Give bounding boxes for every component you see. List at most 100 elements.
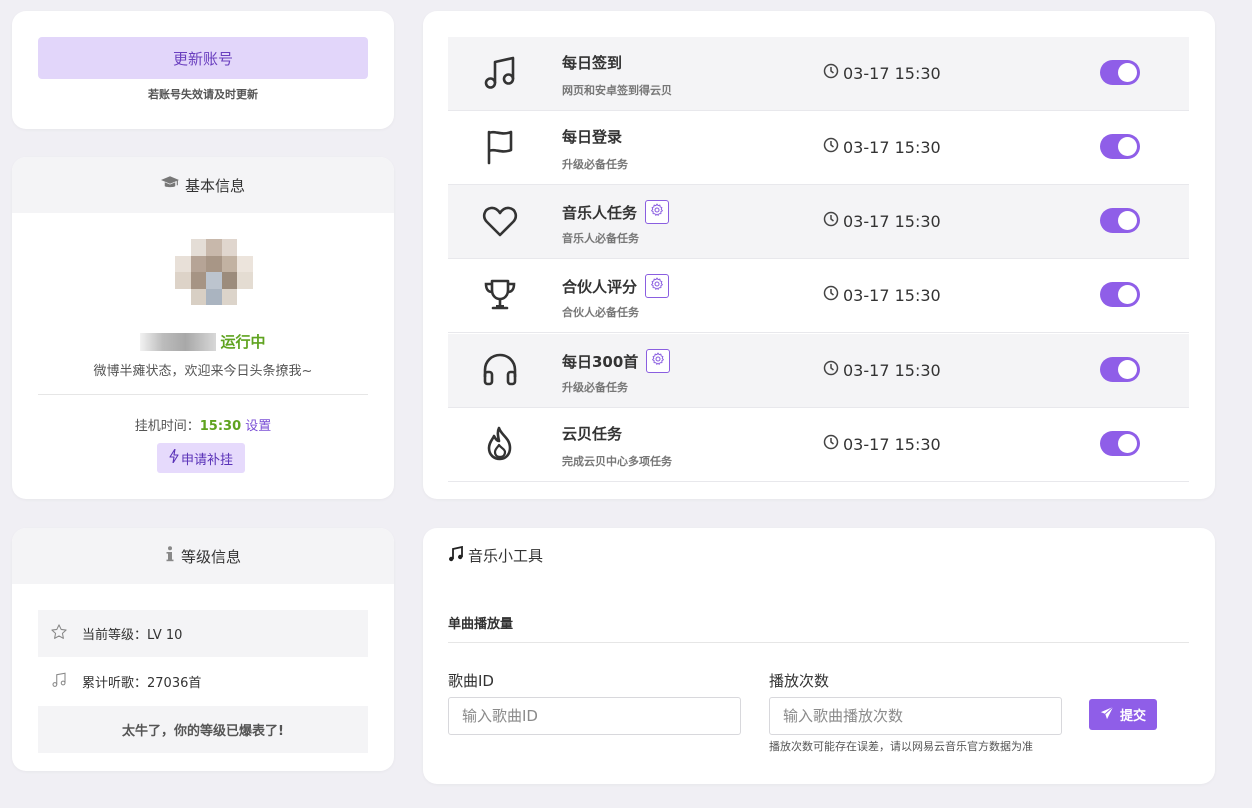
task-settings-button[interactable]: [645, 200, 670, 224]
play-count-section-title: 单曲播放量: [448, 617, 514, 632]
fire-icon: [480, 424, 520, 464]
task-toggle[interactable]: [1100, 431, 1140, 456]
toggle-knob: [1118, 434, 1137, 453]
level-info-title: 等级信息: [180, 547, 241, 566]
music-tools-card: 音乐小工具 单曲播放量 歌曲ID 播放次数 播放次数可能存在误差，请以网易云音乐…: [423, 528, 1215, 784]
task-desc: 完成云贝中心多项任务: [562, 455, 672, 468]
basic-info-card: 基本信息 运行中 微博半瘫状态，欢迎来今日头条撩我~ 挂机时间：15:30 设置…: [12, 157, 394, 499]
play-count-note: 播放次数可能存在误差，请以网易云音乐官方数据为准: [769, 740, 1033, 753]
listened-row: 累计听歌：27036首: [38, 658, 368, 705]
task-row: 每日登录 升级必备任务 03-17 15:30: [448, 111, 1189, 185]
task-title: 音乐人任务: [562, 200, 670, 224]
task-desc: 网页和安卓签到得云贝: [562, 84, 672, 97]
task-desc: 升级必备任务: [562, 158, 628, 171]
task-title: 每日登录: [562, 126, 622, 147]
user-name-row: 运行中: [12, 331, 394, 352]
star-icon: [50, 623, 68, 645]
music-note-icon: [448, 545, 464, 566]
task-title-text: 每日300首: [562, 352, 639, 371]
hang-time-label: 挂机时间：: [134, 419, 200, 434]
task-toggle[interactable]: [1100, 134, 1140, 159]
submit-button[interactable]: 提交: [1089, 699, 1157, 730]
toggle-knob: [1118, 211, 1137, 230]
avatar: [175, 239, 253, 305]
toggle-knob: [1118, 360, 1137, 379]
update-account-button[interactable]: 更新账号: [38, 37, 368, 79]
task-row: 音乐人任务 音乐人必备任务 03-17 15:30: [448, 185, 1189, 259]
task-time-text: 03-17 15:30: [843, 434, 941, 454]
task-desc: 音乐人必备任务: [562, 232, 639, 245]
clock-icon: [823, 211, 839, 231]
task-title: 每日300首: [562, 349, 671, 373]
task-title-text: 云贝任务: [562, 425, 623, 443]
clock-icon: [823, 137, 839, 157]
task-time-text: 03-17 15:30: [843, 211, 941, 231]
task-toggle[interactable]: [1100, 282, 1140, 307]
task-title: 云贝任务: [562, 423, 622, 444]
headphones-icon: [480, 350, 520, 390]
play-count-label: 播放次数: [769, 672, 830, 690]
current-level-text: 当前等级：LV 10: [82, 628, 183, 643]
trophy-icon: [480, 275, 520, 315]
task-time-text: 03-17 15:30: [843, 63, 941, 83]
task-time: 03-17 15:30: [823, 360, 941, 380]
task-toggle[interactable]: [1100, 60, 1140, 85]
status-text: 运行中: [220, 333, 266, 351]
task-toggle[interactable]: [1100, 208, 1140, 233]
level-boast: 太牛了，你的等级已爆表了!: [38, 706, 368, 753]
task-title: 合伙人评分: [562, 274, 670, 298]
task-row: 每日300首 升级必备任务 03-17 15:30: [448, 334, 1189, 408]
divider: [38, 394, 368, 395]
task-time: 03-17 15:30: [823, 211, 941, 231]
basic-info-title: 基本信息: [184, 176, 245, 195]
listened-text: 累计听歌：27036首: [82, 676, 202, 691]
task-time: 03-17 15:30: [823, 434, 941, 454]
song-id-input[interactable]: [448, 697, 741, 735]
hang-time-set-link[interactable]: 设置: [245, 419, 271, 434]
level-info-header: 等级信息: [12, 528, 394, 584]
gear-icon: [651, 352, 665, 370]
task-title: 每日签到: [562, 52, 622, 73]
divider: [448, 642, 1189, 643]
basic-info-header: 基本信息: [12, 157, 394, 213]
task-desc: 合伙人必备任务: [562, 306, 639, 319]
account-hint: 若账号失效请及时更新: [148, 88, 258, 101]
music-note-icon: [480, 53, 520, 93]
task-time: 03-17 15:30: [823, 137, 941, 157]
level-info-card: 等级信息 当前等级：LV 10 累计听歌：27036首 太牛了，你的等级已爆表了…: [12, 528, 394, 771]
clock-icon: [823, 285, 839, 305]
task-settings-button[interactable]: [645, 274, 670, 298]
task-time-text: 03-17 15:30: [843, 360, 941, 380]
clock-icon: [823, 360, 839, 380]
apply-supplement-label: 申请补挂: [180, 452, 233, 468]
hang-time-row: 挂机时间：15:30 设置: [12, 415, 394, 434]
play-count-input[interactable]: [769, 697, 1062, 735]
task-time-text: 03-17 15:30: [843, 285, 941, 305]
task-title-text: 每日登录: [562, 128, 623, 146]
task-settings-button[interactable]: [646, 349, 671, 373]
task-time-text: 03-17 15:30: [843, 137, 941, 157]
bolt-icon: [169, 448, 179, 467]
flag-icon: [480, 127, 520, 167]
hang-time-value: 15:30: [199, 419, 242, 434]
music-tools-title: 音乐小工具: [468, 547, 544, 565]
current-level-row: 当前等级：LV 10: [38, 610, 368, 657]
music-tools-header: 音乐小工具: [448, 545, 543, 566]
apply-supplement-button[interactable]: 申请补挂: [157, 443, 245, 473]
paper-plane-icon: [1100, 706, 1114, 724]
task-toggle[interactable]: [1100, 357, 1140, 382]
info-icon: [165, 546, 175, 566]
gear-icon: [650, 203, 664, 221]
task-time: 03-17 15:30: [823, 63, 941, 83]
tasks-card: 每日签到 网页和安卓签到得云贝 03-17 15:30 每日登录 升级必备任务 …: [423, 11, 1215, 499]
account-card: 更新账号 若账号失效请及时更新: [12, 11, 394, 129]
task-title-text: 每日签到: [562, 54, 623, 72]
heart-icon: [480, 201, 520, 241]
task-row: 每日签到 网页和安卓签到得云贝 03-17 15:30: [448, 37, 1189, 111]
submit-label: 提交: [1119, 709, 1146, 724]
toggle-knob: [1118, 285, 1137, 304]
task-title-text: 音乐人任务: [562, 203, 638, 222]
clock-icon: [823, 434, 839, 454]
graduation-cap-icon: [160, 176, 179, 194]
gear-icon: [650, 277, 664, 295]
